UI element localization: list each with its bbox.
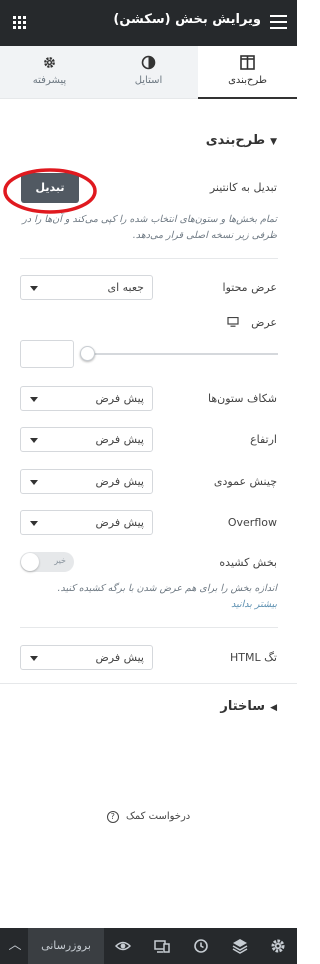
update-button[interactable]: بروزرسانی xyxy=(28,928,104,964)
column-gap-select[interactable]: پیش فرض xyxy=(20,386,153,411)
help-link[interactable]: درخواست کمک ? xyxy=(0,811,297,823)
vertical-align-select[interactable]: پیش فرض xyxy=(20,469,153,494)
toggle-knob xyxy=(21,553,39,571)
caret-left-icon: ◀ xyxy=(270,703,277,713)
settings-gear-icon[interactable] xyxy=(270,938,286,954)
divider xyxy=(20,258,278,259)
select-value: پیش فرض xyxy=(95,516,144,529)
column-gap-label: شکاف ستون‌ها xyxy=(208,392,277,405)
select-value: پیش فرض xyxy=(95,475,144,488)
eye-icon[interactable] xyxy=(115,938,131,954)
chevron-down-icon xyxy=(30,521,38,526)
section-title: ساختار xyxy=(220,699,266,714)
toggle-text: خیر xyxy=(54,556,66,565)
panel-tabs: طرح‌بندی استایل پیشرفته xyxy=(0,46,297,99)
tab-advanced[interactable]: پیشرفته xyxy=(0,46,99,99)
overflow-label: Overflow xyxy=(227,516,277,529)
editor-footer: ︿ بروزرسانی xyxy=(0,928,297,964)
width-label: عرض xyxy=(226,316,277,329)
learn-more-link[interactable]: بیشتر بدانید xyxy=(231,599,277,610)
tab-style[interactable]: استایل xyxy=(99,46,198,99)
responsive-devices-icon[interactable] xyxy=(154,938,170,954)
tab-label: استایل xyxy=(134,75,163,86)
chevron-up-icon[interactable]: ︿ xyxy=(7,938,23,954)
select-value: جعبه ای xyxy=(107,281,145,294)
panel-title: ویرایش بخش (سکشن) xyxy=(113,12,261,27)
history-icon[interactable] xyxy=(193,938,209,954)
html-tag-label: تگ HTML xyxy=(229,651,277,664)
chevron-down-icon xyxy=(30,397,38,402)
question-circle-icon: ? xyxy=(106,811,119,823)
select-value: پیش فرض xyxy=(95,651,144,664)
convert-label: تبدیل به کانتینر xyxy=(209,181,277,194)
desktop-icon[interactable] xyxy=(226,317,239,327)
height-label: ارتفاع xyxy=(250,433,277,446)
width-number-input[interactable] xyxy=(20,340,74,368)
stretch-toggle[interactable]: خیر xyxy=(20,552,74,572)
widgets-grid-icon[interactable] xyxy=(13,16,26,29)
height-select[interactable]: پیش فرض xyxy=(20,427,153,452)
section-divider xyxy=(0,683,297,684)
editor-header: ویرایش بخش (سکشن) xyxy=(0,0,297,46)
tab-label: پیشرفته xyxy=(32,75,67,86)
overflow-select[interactable]: پیش فرض xyxy=(20,510,153,535)
divider xyxy=(20,627,278,628)
layout-section-toggle[interactable]: ▼ طرح‌بندی xyxy=(206,133,277,148)
chevron-down-icon xyxy=(30,656,38,661)
chevron-down-icon xyxy=(30,438,38,443)
select-value: پیش فرض xyxy=(95,392,144,405)
columns-icon xyxy=(240,55,255,70)
layers-icon[interactable] xyxy=(232,938,248,954)
width-slider-track[interactable] xyxy=(86,353,278,355)
tab-layout[interactable]: طرح‌بندی xyxy=(198,46,297,99)
content-width-label: عرض محتوا xyxy=(222,281,277,294)
half-circle-icon xyxy=(141,55,156,70)
content-width-select[interactable]: جعبه ای xyxy=(20,275,153,300)
caret-down-icon: ▼ xyxy=(270,137,277,147)
chevron-down-icon xyxy=(30,480,38,485)
select-value: پیش فرض xyxy=(95,433,144,446)
width-label-text: عرض xyxy=(251,316,277,329)
tab-label: طرح‌بندی xyxy=(228,75,267,86)
html-tag-select[interactable]: پیش فرض xyxy=(20,645,153,670)
structure-section-toggle[interactable]: ◀ ساختار xyxy=(220,699,277,714)
vertical-align-label: چینش عمودی xyxy=(213,475,277,488)
stretch-desc-text: اندازه بخش را برای هم عرض شدن با برگه کش… xyxy=(57,583,277,594)
stretch-label: بخش کشیده xyxy=(219,556,277,569)
chevron-down-icon xyxy=(30,286,38,291)
section-title: طرح‌بندی xyxy=(205,133,266,148)
stretch-description: اندازه بخش را برای هم عرض شدن با برگه کش… xyxy=(19,581,277,613)
hamburger-menu-icon[interactable] xyxy=(270,15,287,29)
help-text: درخواست کمک xyxy=(125,811,191,822)
highlight-circle xyxy=(3,168,97,214)
gear-icon xyxy=(44,57,55,68)
width-slider-handle[interactable] xyxy=(80,346,95,361)
convert-description: تمام بخش‌ها و ستون‌های انتخاب شده را کپی… xyxy=(22,214,277,241)
